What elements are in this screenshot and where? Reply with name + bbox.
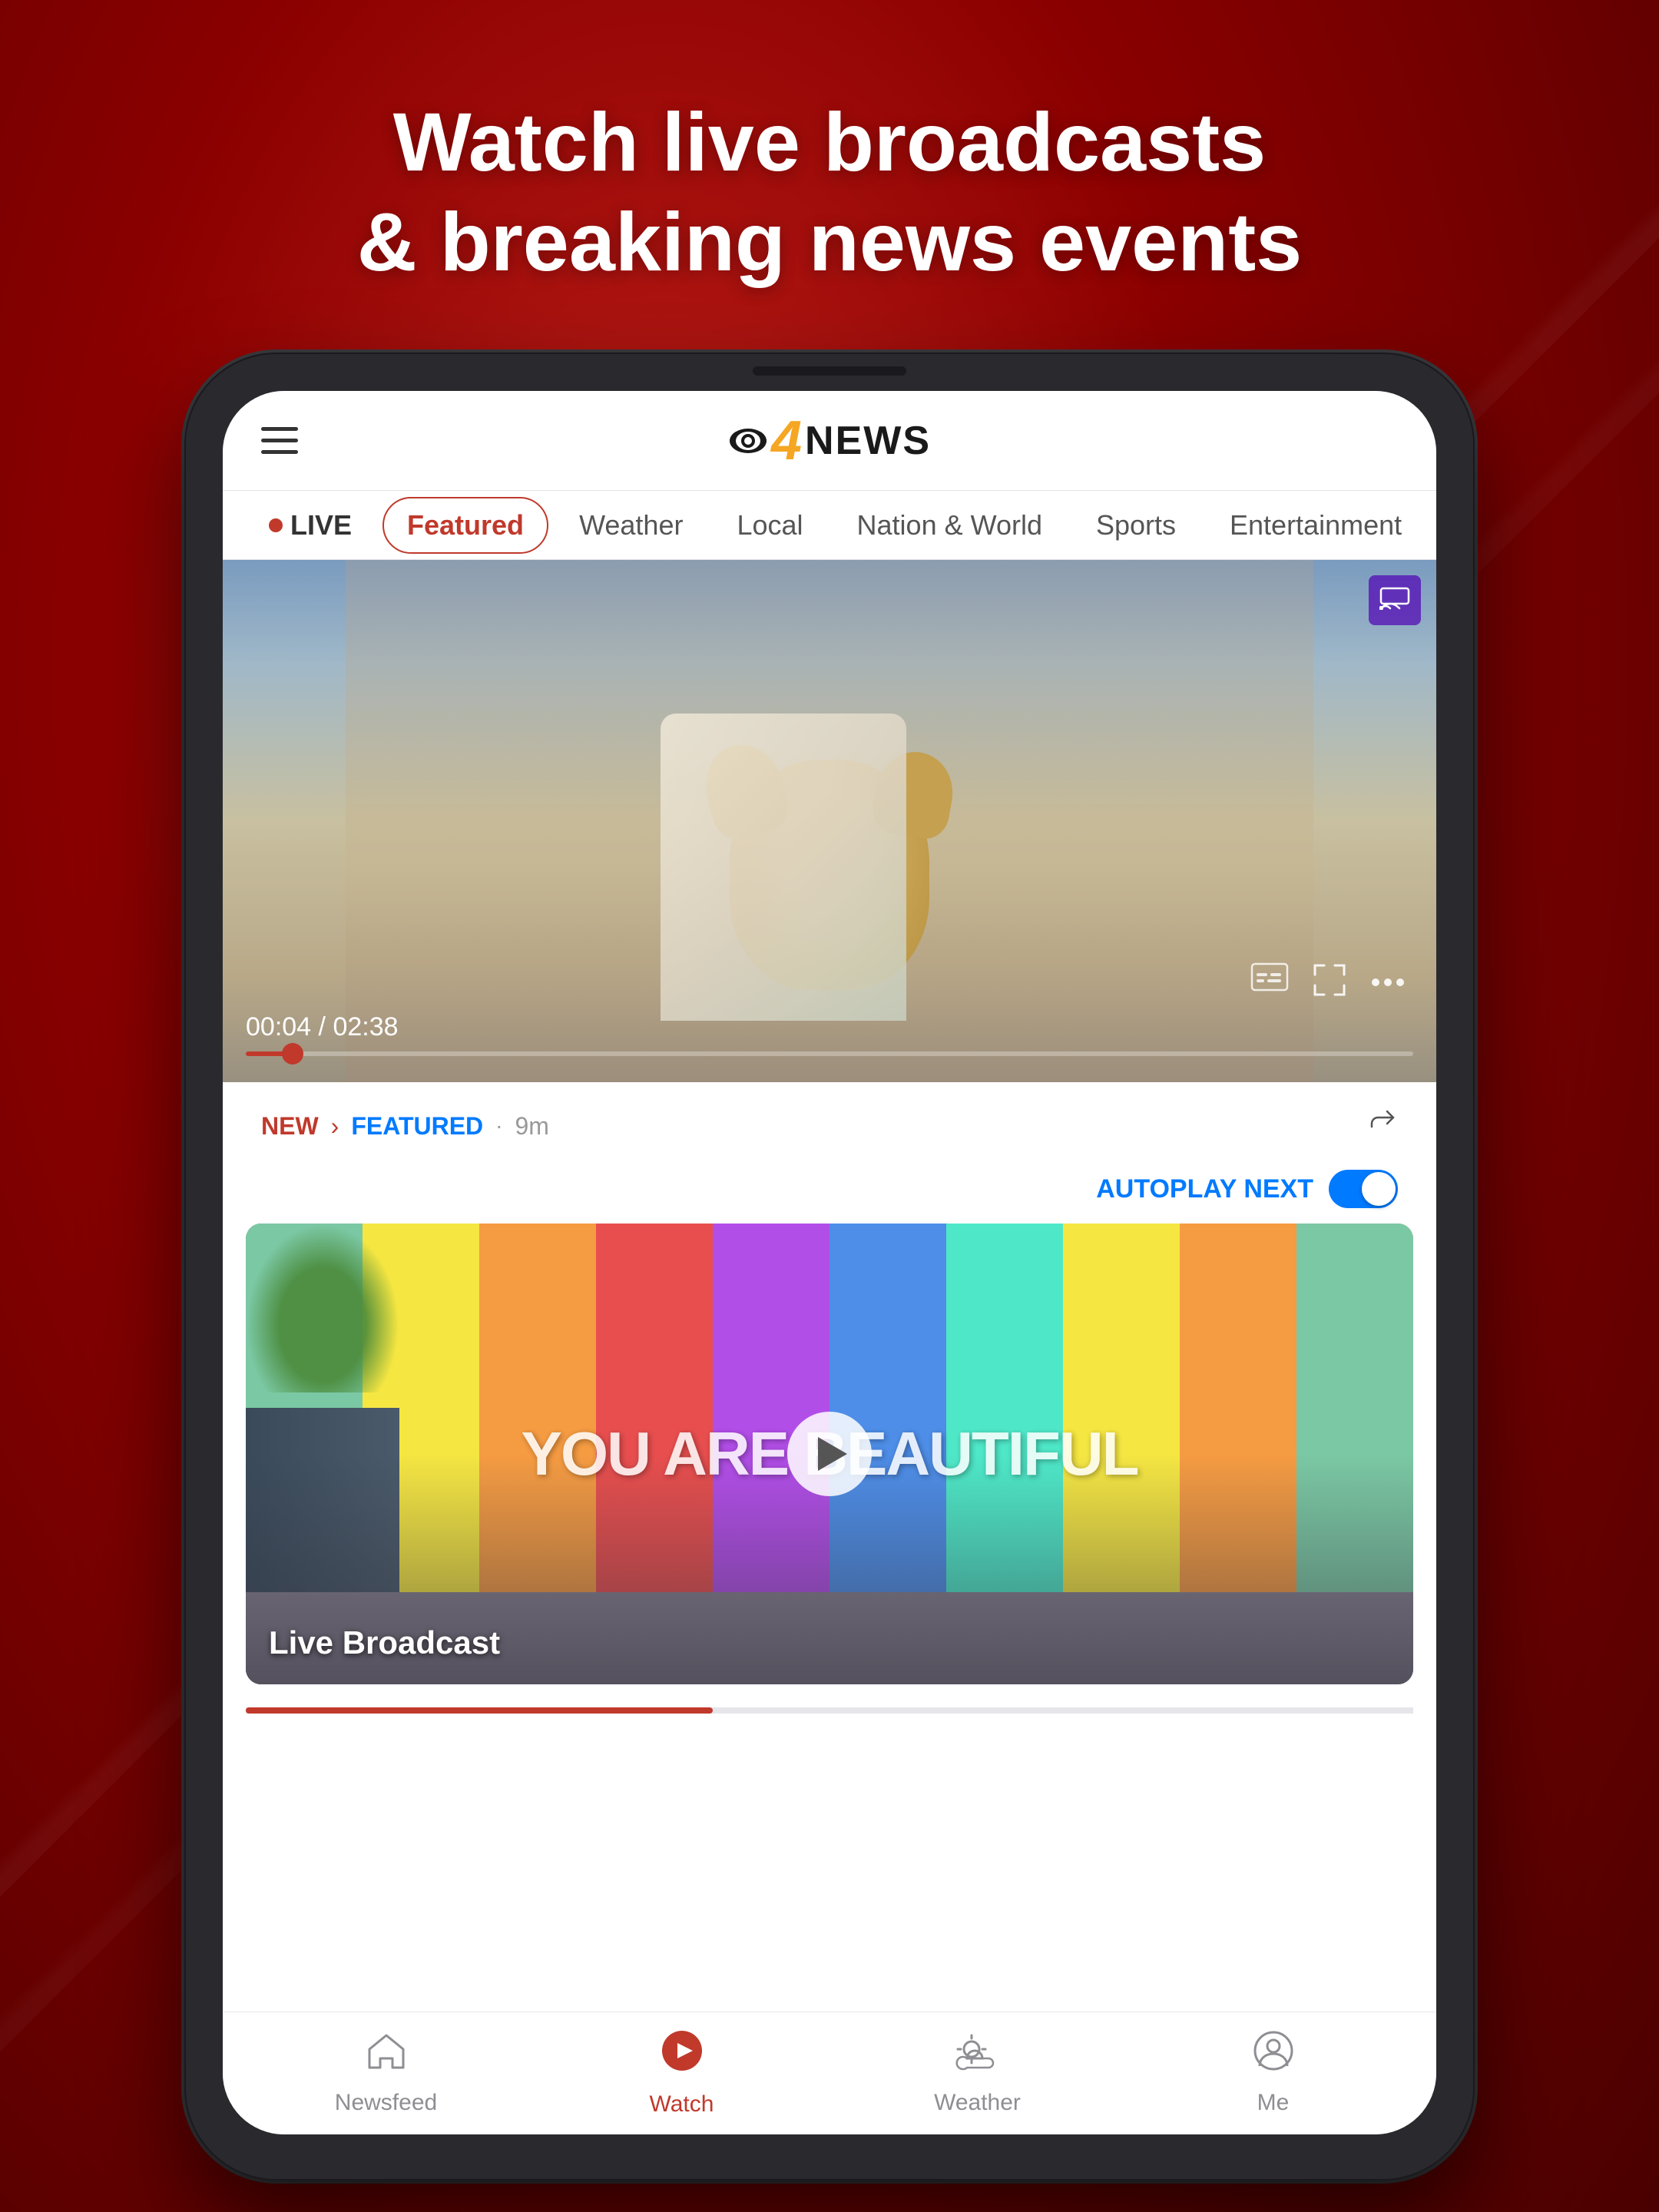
content-scroll-fill xyxy=(246,1707,713,1714)
device-frame: 4 NEWS LIVE Featured Weather Local Natio… xyxy=(184,353,1475,2181)
article-meta-row: NEW › FEATURED · 9m xyxy=(223,1082,1436,1162)
hamburger-menu-button[interactable] xyxy=(261,418,307,464)
share-button[interactable] xyxy=(1364,1105,1398,1147)
tab-sports[interactable]: Sports xyxy=(1073,498,1199,552)
tab-featured[interactable]: Featured xyxy=(382,497,548,554)
autoplay-label: AUTOPLAY NEXT xyxy=(1096,1174,1313,1204)
watch-nav-label: Watch xyxy=(650,2091,714,2118)
cast-icon[interactable] xyxy=(1369,575,1421,625)
person-circle-icon xyxy=(1253,2031,1293,2081)
tab-weather[interactable]: Weather xyxy=(556,498,706,552)
content-area: NEW › FEATURED · 9m AUTOPLAY NEXT xyxy=(223,1082,1436,2012)
house-icon xyxy=(366,2031,407,2081)
video-controls-top xyxy=(246,962,1413,1005)
live-indicator-dot xyxy=(269,518,283,532)
nav-item-weather[interactable]: Weather xyxy=(830,2031,1125,2116)
tab-local[interactable]: Local xyxy=(714,498,826,552)
play-button[interactable] xyxy=(787,1412,872,1496)
toggle-thumb xyxy=(1362,1172,1396,1206)
video-time-display: 00:04 / 02:38 xyxy=(246,1012,1413,1042)
meta-separator: · xyxy=(495,1114,502,1138)
newsfeed-nav-label: Newsfeed xyxy=(335,2090,437,2116)
weather-nav-label: Weather xyxy=(934,2090,1021,2116)
logo-news-text: NEWS xyxy=(805,418,931,464)
bottom-nav-bar: Newsfeed Watch xyxy=(223,2012,1436,2134)
nav-item-newsfeed[interactable]: Newsfeed xyxy=(238,2031,534,2116)
new-badge: NEW xyxy=(261,1112,319,1141)
live-broadcast-label: Live Broadcast xyxy=(269,1624,500,1661)
watch-play-icon xyxy=(661,2029,704,2082)
meta-left-group: NEW › FEATURED · 9m xyxy=(261,1112,549,1141)
cbs-eye-icon xyxy=(728,427,768,455)
video-progress-bar[interactable] xyxy=(246,1051,1413,1056)
tab-live[interactable]: LIVE xyxy=(246,498,375,552)
featured-badge: FEATURED xyxy=(351,1112,483,1141)
app-logo: 4 NEWS xyxy=(728,413,931,469)
tab-entertainment[interactable]: Entertainment xyxy=(1207,498,1425,552)
more-options-icon[interactable] xyxy=(1370,962,1406,1005)
cloud-sun-icon xyxy=(955,2031,1001,2081)
article-time-ago: 9m xyxy=(515,1112,548,1141)
nav-item-me[interactable]: Me xyxy=(1125,2031,1421,2116)
nav-item-watch[interactable]: Watch xyxy=(534,2029,830,2118)
video-progress-thumb[interactable] xyxy=(282,1043,303,1065)
video-progress-fill xyxy=(246,1051,293,1056)
autoplay-toggle[interactable] xyxy=(1329,1170,1398,1208)
page-headline: Watch live broadcasts & breaking news ev… xyxy=(204,0,1455,353)
meta-chevron-icon: › xyxy=(331,1112,339,1141)
logo-channel-number: 4 xyxy=(771,413,802,469)
nav-tabs-bar: LIVE Featured Weather Local Nation & Wor… xyxy=(223,491,1436,560)
me-nav-label: Me xyxy=(1257,2090,1290,2116)
fullscreen-icon[interactable] xyxy=(1312,962,1347,1005)
autoplay-row: AUTOPLAY NEXT xyxy=(223,1162,1436,1224)
subtitles-icon[interactable] xyxy=(1250,962,1289,1005)
video-controls: 00:04 / 02:38 xyxy=(223,947,1436,1082)
tab-nation-world[interactable]: Nation & World xyxy=(834,498,1065,552)
tree-foliage xyxy=(246,1224,399,1392)
next-video-background: YOU ARE BEAUTIFUL xyxy=(246,1224,1413,1684)
headline-text: Watch live broadcasts & breaking news ev… xyxy=(357,92,1302,291)
app-screen: 4 NEWS LIVE Featured Weather Local Natio… xyxy=(223,391,1436,2134)
top-bar: 4 NEWS xyxy=(223,391,1436,491)
next-video-card[interactable]: YOU ARE BEAUTIFUL Live Broadcast xyxy=(246,1224,1413,1684)
content-scroll-indicator xyxy=(246,1707,1413,1714)
video-player[interactable]: 00:04 / 02:38 xyxy=(223,560,1436,1082)
play-triangle-icon xyxy=(818,1437,847,1471)
